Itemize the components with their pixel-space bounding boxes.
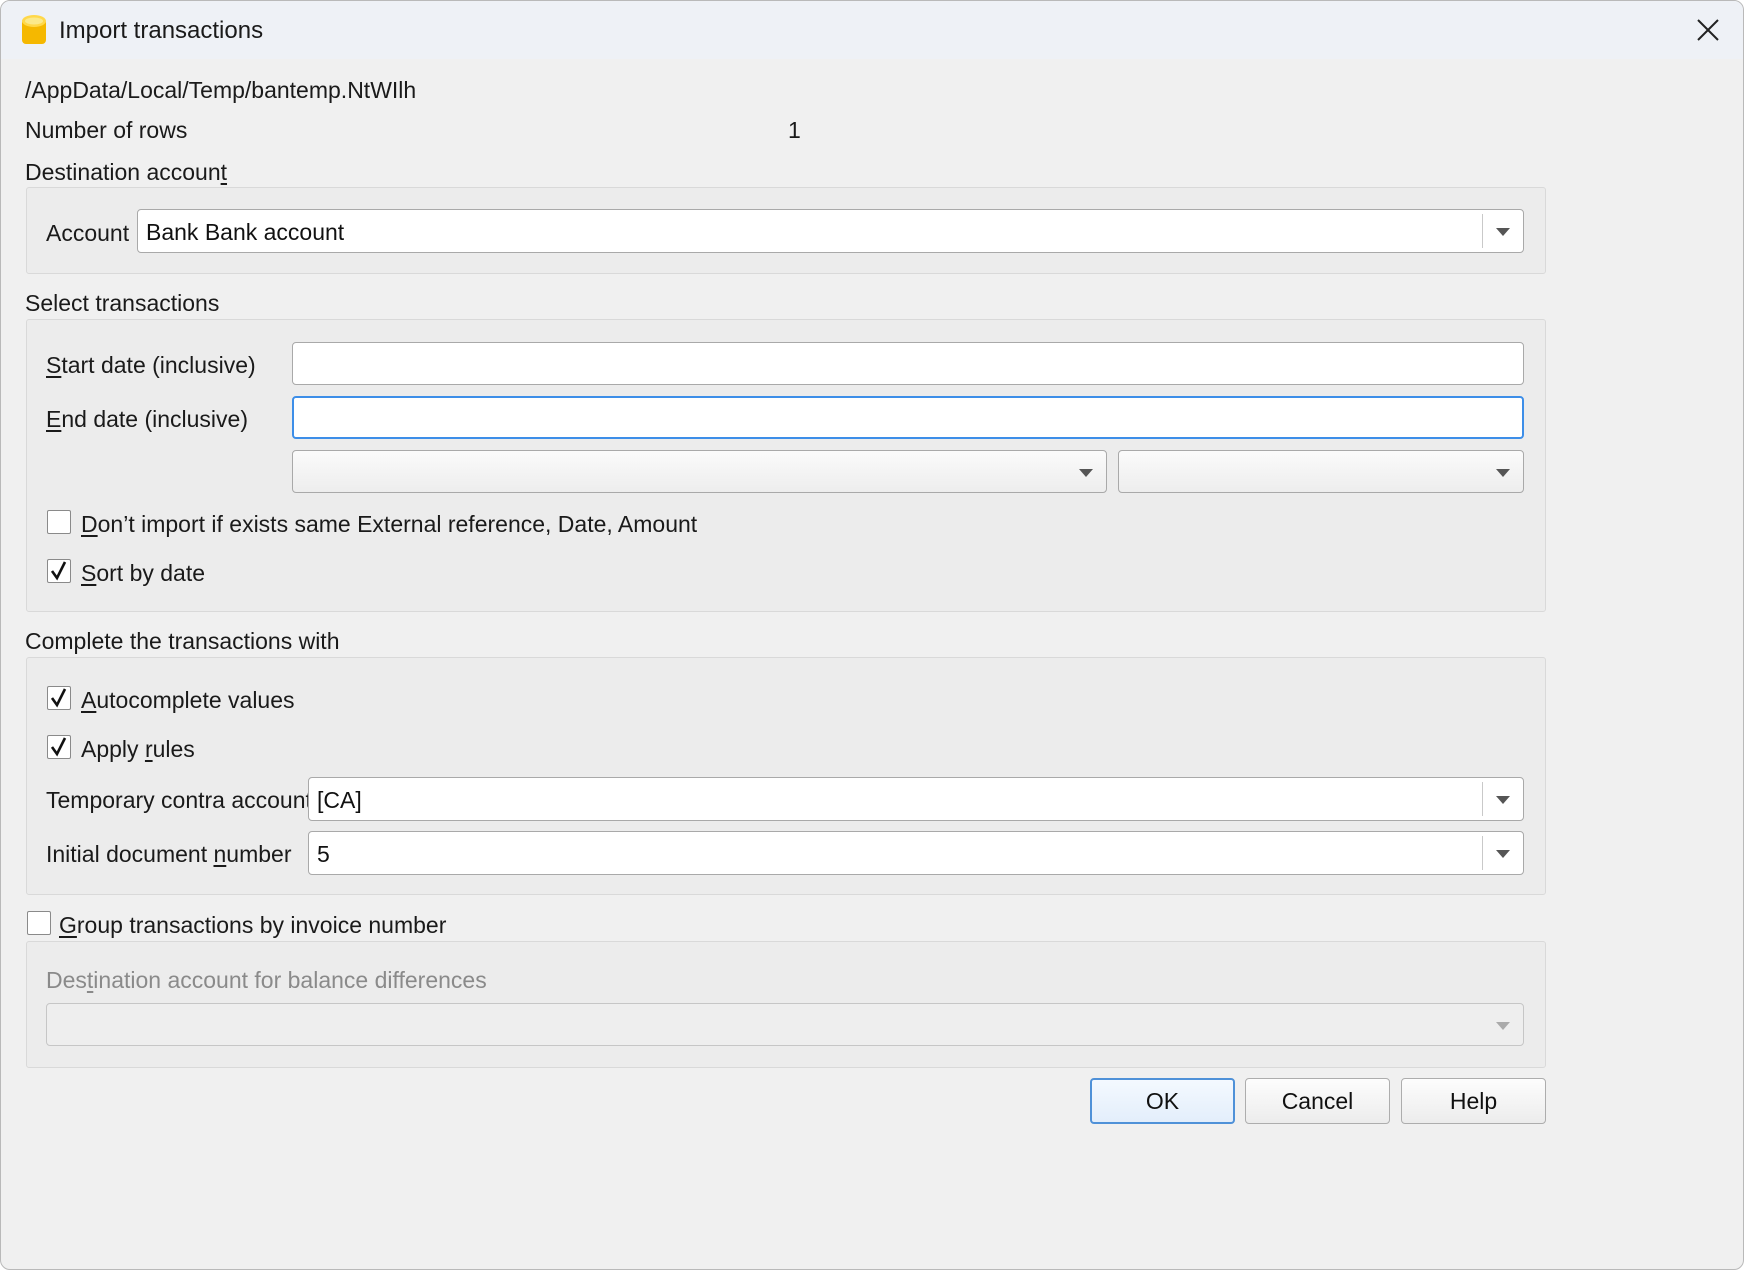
group-by-invoice-checkbox[interactable] xyxy=(27,911,51,935)
help-button[interactable]: Help xyxy=(1401,1078,1546,1124)
doc-number-label: Initial document number xyxy=(46,841,292,867)
autocomplete-checkbox[interactable] xyxy=(47,686,71,710)
chevron-down-icon xyxy=(1496,1022,1510,1030)
sort-by-date-label[interactable]: Sort by date xyxy=(81,560,205,587)
title-bar: Import transactions xyxy=(1,1,1743,59)
account-label: Account xyxy=(46,220,130,246)
contra-account-combo[interactable]: [CA] xyxy=(308,777,1524,821)
apply-rules-label[interactable]: Apply rules xyxy=(81,736,195,763)
chevron-down-icon[interactable] xyxy=(1496,850,1510,858)
group-options: Destination account for balance differen… xyxy=(26,941,1546,1068)
destination-group: Account Bank Bank account xyxy=(26,187,1546,274)
sort-by-date-checkbox[interactable] xyxy=(47,559,71,583)
select-group: Start date (inclusive) End date (inclusi… xyxy=(26,319,1546,612)
close-icon xyxy=(1697,19,1719,41)
window-title: Import transactions xyxy=(59,17,264,44)
filter-combo-1[interactable] xyxy=(292,450,1107,493)
account-value: Bank Bank account xyxy=(146,219,345,245)
chevron-down-icon[interactable] xyxy=(1496,228,1510,236)
start-date-input[interactable] xyxy=(292,342,1524,385)
ok-button[interactable]: OK xyxy=(1090,1078,1235,1124)
checkmark-icon xyxy=(50,561,67,581)
balance-account-combo xyxy=(46,1003,1524,1046)
checkmark-icon xyxy=(50,737,67,757)
select-section-label: Select transactions xyxy=(25,290,220,316)
contra-account-label: Temporary contra account xyxy=(46,787,312,813)
apply-rules-checkbox[interactable] xyxy=(47,735,71,759)
rows-value: 1 xyxy=(788,117,801,143)
chevron-down-icon[interactable] xyxy=(1496,796,1510,804)
destination-section-label: Destination account xyxy=(25,159,228,185)
file-path: /AppData/Local/Temp/bantemp.NtWIlh xyxy=(25,77,417,103)
chevron-down-icon[interactable] xyxy=(1079,469,1093,477)
doc-number-combo[interactable]: 5 xyxy=(308,831,1524,875)
doc-number-value: 5 xyxy=(317,841,330,867)
import-transactions-dialog: Import transactions /AppData/Local/Temp/… xyxy=(0,0,1744,1270)
complete-section-label: Complete the transactions with xyxy=(25,628,340,654)
group-by-invoice-label[interactable]: Group transactions by invoice number xyxy=(59,912,446,939)
balance-account-label: Destination account for balance differen… xyxy=(46,967,487,993)
banana-app-icon xyxy=(22,15,46,44)
checkmark-icon xyxy=(50,688,67,708)
end-date-label: End date (inclusive) xyxy=(46,406,248,432)
autocomplete-label[interactable]: Autocomplete values xyxy=(81,687,295,714)
dont-import-label[interactable]: Don’t import if exists same External ref… xyxy=(81,511,697,538)
close-button[interactable] xyxy=(1673,1,1743,59)
contra-account-value: [CA] xyxy=(317,787,362,813)
filter-combo-2[interactable] xyxy=(1118,450,1524,493)
end-date-input[interactable] xyxy=(292,396,1524,439)
account-combo[interactable]: Bank Bank account xyxy=(137,209,1524,253)
rows-label: Number of rows xyxy=(25,117,188,143)
chevron-down-icon[interactable] xyxy=(1496,469,1510,477)
complete-group: Autocomplete values Apply rules Temporar… xyxy=(26,657,1546,895)
start-date-label: Start date (inclusive) xyxy=(46,352,256,378)
cancel-button[interactable]: Cancel xyxy=(1245,1078,1390,1124)
dont-import-checkbox[interactable] xyxy=(47,510,71,534)
